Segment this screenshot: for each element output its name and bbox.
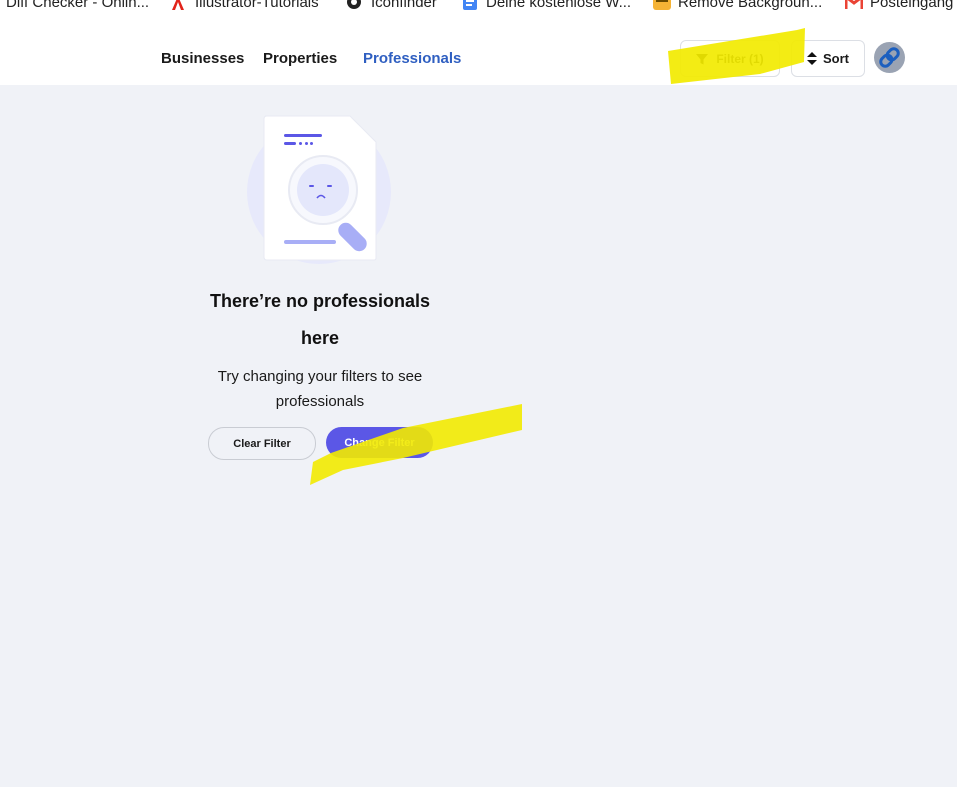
tab-professionals[interactable]: Professionals xyxy=(363,51,461,67)
bookmark-iconfinder[interactable]: Iconfinder xyxy=(346,0,437,12)
bookmark-docs[interactable]: Deine kostenlose W... xyxy=(461,0,631,12)
empty-state-title: There’re no professionals here xyxy=(209,291,431,348)
clear-filter-label: Clear Filter xyxy=(233,437,291,450)
empty-state-subtitle: Try changing your filters to see profess… xyxy=(217,368,423,410)
removebg-icon xyxy=(653,0,671,10)
bookmark-removebg[interactable]: Remove Backgroun... xyxy=(653,0,822,12)
change-filter-button[interactable]: Change Filter xyxy=(326,427,433,458)
bookmark-illustrator[interactable]: Illustrator-Tutorials xyxy=(170,0,319,12)
iconfinder-icon xyxy=(346,0,362,10)
change-filter-label: Change Filter xyxy=(344,436,415,449)
clear-filter-button[interactable]: Clear Filter xyxy=(208,427,316,460)
bookmark-diffchecker[interactable]: Diff Checker - Onlin... xyxy=(6,0,149,12)
tab-properties[interactable]: Properties xyxy=(263,51,337,67)
app-header: Businesses Properties Professionals Filt… xyxy=(0,14,957,85)
empty-search-illustration xyxy=(247,115,391,264)
sort-label: Sort xyxy=(823,51,849,66)
sort-button[interactable]: Sort xyxy=(791,40,865,77)
bookmark-label: Deine kostenlose W... xyxy=(486,0,632,11)
bookmark-label: Iconfinder xyxy=(371,0,437,11)
bookmark-label: Posteingang xyxy=(870,0,954,11)
sort-icon xyxy=(807,52,817,65)
bookmark-label: Remove Backgroun... xyxy=(678,0,823,11)
avatar[interactable] xyxy=(874,42,905,73)
bookmark-gmail[interactable]: Posteingang xyxy=(844,0,954,12)
link-icon xyxy=(874,47,905,73)
bookmarks-bar: Diff Checker - Onlin... Illustrator-Tuto… xyxy=(0,0,957,14)
bookmark-label: Illustrator-Tutorials xyxy=(195,0,319,11)
docs-icon xyxy=(461,0,477,10)
filter-icon xyxy=(696,53,709,65)
filter-label: Filter (1) xyxy=(716,51,764,66)
filter-button[interactable]: Filter (1) xyxy=(680,40,780,77)
tab-businesses[interactable]: Businesses xyxy=(161,51,244,67)
adobe-icon xyxy=(170,0,186,10)
bookmark-label: Diff Checker - Onlin... xyxy=(6,0,150,11)
gmail-icon xyxy=(844,0,864,10)
